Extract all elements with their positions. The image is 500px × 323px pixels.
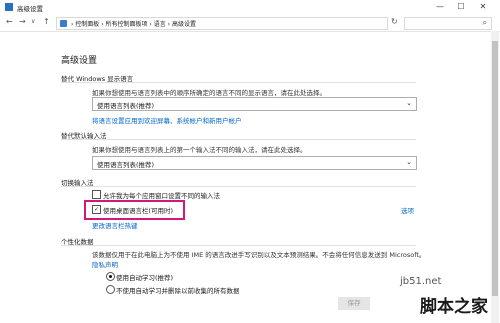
maximize-button[interactable]: ☐	[452, 1, 470, 13]
save-button[interactable]: 保存	[338, 297, 370, 310]
per-app-input-checkbox[interactable]	[92, 190, 101, 199]
select-value: 使用语言列表(推荐)	[97, 102, 155, 110]
window-title: 高级设置	[17, 5, 43, 13]
per-app-input-label: 允许我为每个应用窗口设置不同的输入法	[103, 192, 220, 200]
apply-language-settings-link[interactable]: 将语言设置应用到欢迎屏幕、系统帐户和新用户帐户	[92, 115, 242, 125]
personalization-desc: 该数据仅用于在此电脑上为不使用 IME 的语言改进手写识别以及文本预测结果。不会…	[92, 251, 426, 259]
divider	[61, 186, 416, 187]
page-title: 高级设置	[61, 56, 98, 66]
select-value: 使用语言列表(推荐)	[97, 161, 155, 169]
divider	[61, 82, 416, 83]
scrollbar[interactable]	[491, 31, 499, 323]
close-button[interactable]: ✕	[474, 1, 492, 13]
advanced-settings-window: 高级设置 — ☐ ✕ ← → ∨ ↑ › 控制面板 › 所有控制面板项 › 语言…	[0, 0, 500, 323]
override-input-desc: 如果你想使用与语言列表上的第一个输入法不同的输入法，请在此处选择。	[92, 146, 307, 154]
refresh-icon[interactable]: ↻	[391, 17, 398, 26]
privacy-statement-link[interactable]: 隐私声明	[92, 259, 118, 269]
options-link[interactable]: 选项	[401, 205, 414, 215]
recent-locations-icon[interactable]: ∨	[31, 18, 35, 25]
no-auto-learning-label: 不使用自动学习并删除以前收集的所有数据	[116, 287, 240, 295]
control-panel-icon	[5, 3, 13, 11]
no-auto-learning-radio[interactable]	[106, 285, 115, 294]
highlight-box	[84, 200, 185, 220]
scrollbar-thumb[interactable]	[492, 41, 498, 296]
change-hotkey-link[interactable]: 更改语言栏热键	[92, 220, 138, 230]
address-box[interactable]: › 控制面板 › 所有控制面板项 › 语言 › 高级设置	[56, 17, 388, 30]
up-arrow-icon[interactable]: ↑	[43, 17, 50, 26]
override-display-desc: 如果你想使用与语言列表中的顺序所确定的语言不同的显示语言，请在此处选择。	[92, 89, 326, 97]
display-language-select[interactable]: 使用语言列表(推荐) ⌄	[92, 97, 417, 111]
forward-arrow-icon[interactable]: →	[19, 17, 26, 26]
breadcrumb[interactable]: › 控制面板 › 所有控制面板项 › 语言 › 高级设置	[71, 19, 196, 28]
minimize-button[interactable]: —	[431, 1, 449, 13]
auto-learning-label: 使用自动学习(推荐)	[116, 274, 174, 282]
chevron-down-icon: ⌄	[406, 158, 412, 166]
search-icon[interactable]: ⌕	[483, 18, 487, 28]
title-bar: 高级设置 — ☐ ✕	[0, 0, 500, 14]
chevron-down-icon: ⌄	[406, 99, 412, 107]
back-arrow-icon[interactable]: ←	[6, 17, 13, 26]
search-input[interactable]: ⌕	[404, 17, 492, 30]
watermark-name: 脚本之家	[420, 297, 488, 317]
divider	[61, 245, 416, 246]
divider	[61, 139, 416, 140]
address-bar: ← → ∨ ↑ › 控制面板 › 所有控制面板项 › 语言 › 高级设置 ↻ ⌕	[0, 14, 500, 32]
watermark-site: jb51.net	[400, 276, 442, 287]
control-panel-icon	[60, 20, 67, 27]
input-method-select[interactable]: 使用语言列表(推荐) ⌄	[92, 156, 417, 170]
auto-learning-radio[interactable]	[106, 272, 115, 281]
